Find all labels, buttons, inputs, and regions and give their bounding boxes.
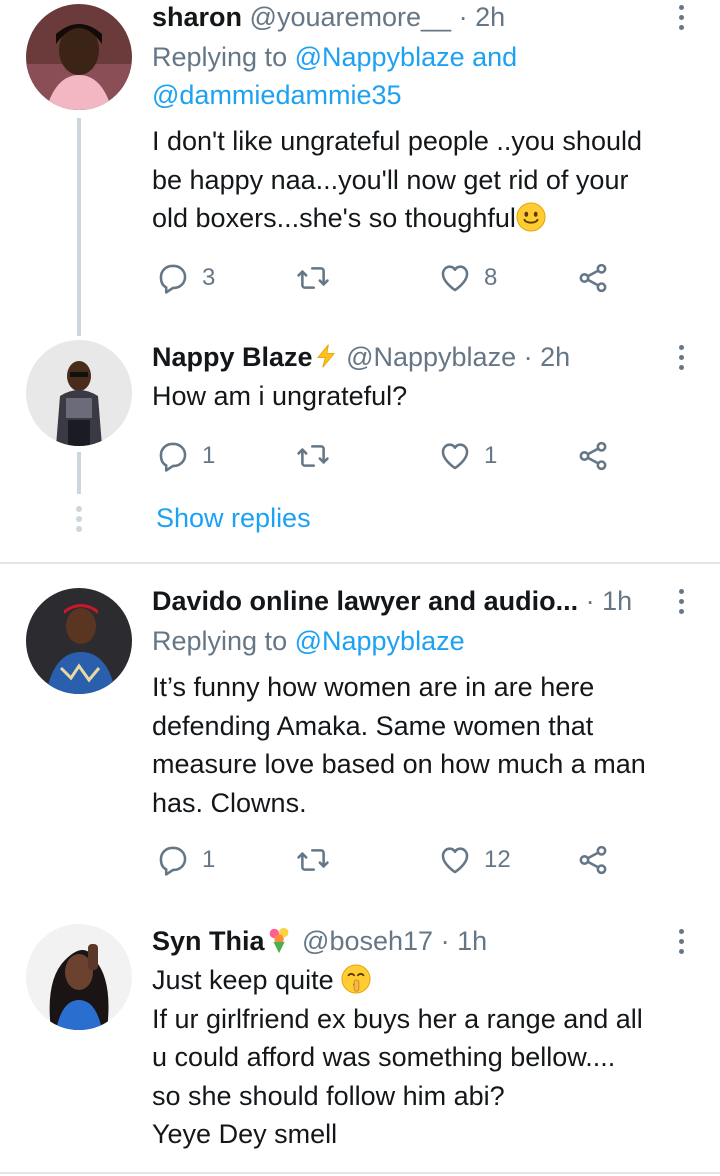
text-line: Yeye Dey smell <box>152 1119 338 1149</box>
retweet-icon <box>296 261 330 295</box>
tweet-actions: 1 12 <box>156 840 626 880</box>
text-line: I don't like ungrateful people ..you sho… <box>152 126 642 156</box>
share-button[interactable] <box>576 840 610 880</box>
text-line: measure love based on how much a man <box>152 749 646 779</box>
mention-link[interactable]: @Nappyblaze <box>295 626 465 656</box>
reply-count: 1 <box>202 846 216 873</box>
share-icon <box>576 843 610 877</box>
thread-dots <box>76 506 82 536</box>
tweet-header: Syn Thia @boseh17 · 1h <box>152 924 720 958</box>
avatar[interactable] <box>26 4 132 110</box>
tweet-actions: 1 1 <box>156 436 626 476</box>
replying-to: Replying to @Nappyblaze <box>152 622 720 660</box>
replying-prefix: Replying to <box>152 42 295 72</box>
timestamp[interactable]: 2h <box>540 342 570 372</box>
user-handle[interactable]: @Nappyblaze <box>346 342 516 372</box>
reply-icon <box>156 261 190 295</box>
text-line: It’s funny how women are in are here <box>152 672 595 702</box>
like-button[interactable]: 1 <box>438 436 497 476</box>
slightly-smiling-face-icon <box>516 202 546 232</box>
tweet-text: It’s funny how women are in are here def… <box>152 668 720 822</box>
like-count: 12 <box>484 846 511 873</box>
timestamp[interactable]: 2h <box>475 2 505 32</box>
text-line: u could afford was something bellow.... <box>152 1042 616 1072</box>
tweet[interactable]: sharon @youaremore__ · 2h Replying to @N… <box>0 0 720 320</box>
mention-link[interactable]: @dammiedammie35 <box>152 80 402 110</box>
reply-count: 3 <box>202 264 216 291</box>
text-line: defending Amaka. Same women that <box>152 710 594 741</box>
text-line: be happy naa...you'll now get rid of you… <box>152 164 629 195</box>
timestamp[interactable]: 1h <box>457 926 487 956</box>
like-count: 8 <box>484 264 498 291</box>
avatar[interactable] <box>26 588 132 694</box>
share-button[interactable] <box>576 258 610 298</box>
more-icon[interactable] <box>668 584 694 618</box>
user-handle[interactable]: @boseh17 <box>302 926 433 956</box>
separator: · <box>458 2 468 32</box>
replying-and: and <box>464 42 518 72</box>
timestamp[interactable]: 1h <box>602 586 632 616</box>
retweet-icon <box>296 843 330 877</box>
tweet[interactable]: Syn Thia @boseh17 · 1h Just keep quite I… <box>0 924 720 1176</box>
more-icon[interactable] <box>668 0 694 34</box>
display-name[interactable]: Syn Thia <box>152 926 265 956</box>
like-icon <box>438 843 472 877</box>
bouquet-icon <box>269 927 288 954</box>
share-icon <box>576 261 610 295</box>
text-line: How am i ungrateful? <box>152 381 408 411</box>
text-line: old boxers...she's so thoughful <box>152 203 516 233</box>
text-line: If ur girlfriend ex buys her a range and… <box>152 1003 643 1034</box>
display-name[interactable]: sharon <box>152 2 242 32</box>
avatar[interactable] <box>26 340 132 446</box>
like-count: 1 <box>484 442 498 469</box>
reply-button[interactable]: 1 <box>156 436 215 476</box>
lightning-bolt-icon <box>316 344 335 368</box>
user-handle[interactable]: @youaremore__ <box>250 2 452 32</box>
reply-button[interactable]: 1 <box>156 840 215 880</box>
separator: · <box>440 926 450 956</box>
tweet-header: sharon @youaremore__ · 2h <box>152 0 720 34</box>
reply-button[interactable]: 3 <box>156 258 215 298</box>
replying-to: Replying to @Nappyblaze and @dammiedammi… <box>152 38 720 114</box>
tweet[interactable]: Davido online lawyer and audio... · 1h R… <box>0 584 720 894</box>
tweet-header: Nappy Blaze @Nappyblaze · 2h <box>152 340 720 374</box>
replying-prefix: Replying to <box>152 626 295 656</box>
separator: · <box>585 586 595 616</box>
retweet-button[interactable] <box>296 258 330 298</box>
separator: · <box>523 342 533 372</box>
display-name[interactable]: Nappy Blaze <box>152 342 313 372</box>
like-button[interactable]: 12 <box>438 840 511 880</box>
text-line: has. Clowns. <box>152 787 307 818</box>
reply-count: 1 <box>202 442 216 469</box>
retweet-button[interactable] <box>296 840 330 880</box>
like-icon <box>438 261 472 295</box>
text-line: Just keep quite <box>152 965 334 995</box>
text-line: so she should follow him abi? <box>152 1080 505 1111</box>
tweet[interactable]: Nappy Blaze @Nappyblaze · 2h How am i un… <box>0 340 720 490</box>
more-icon[interactable] <box>668 340 694 374</box>
reply-icon <box>156 843 190 877</box>
like-button[interactable]: 8 <box>438 258 497 298</box>
retweet-button[interactable] <box>296 436 330 476</box>
reply-icon <box>156 439 190 473</box>
share-icon <box>576 439 610 473</box>
like-icon <box>438 439 472 473</box>
divider <box>0 1172 720 1174</box>
tweet-text: Just keep quite If ur girlfriend ex buys… <box>152 961 720 1154</box>
more-icon[interactable] <box>668 924 694 958</box>
show-replies-link[interactable]: Show replies <box>156 500 311 536</box>
shushing-face-icon <box>341 964 371 994</box>
share-button[interactable] <box>576 436 610 476</box>
tweet-actions: 3 8 <box>156 258 626 298</box>
tweet-text: How am i ungrateful? <box>152 377 720 416</box>
tweet-text: I don't like ungrateful people ..you sho… <box>152 122 720 238</box>
mention-link[interactable]: @Nappyblaze <box>295 42 465 72</box>
display-name[interactable]: Davido online lawyer and audio... <box>152 586 578 616</box>
avatar[interactable] <box>26 924 132 1030</box>
tweet-header: Davido online lawyer and audio... · 1h <box>152 584 720 618</box>
retweet-icon <box>296 439 330 473</box>
divider <box>0 562 720 564</box>
